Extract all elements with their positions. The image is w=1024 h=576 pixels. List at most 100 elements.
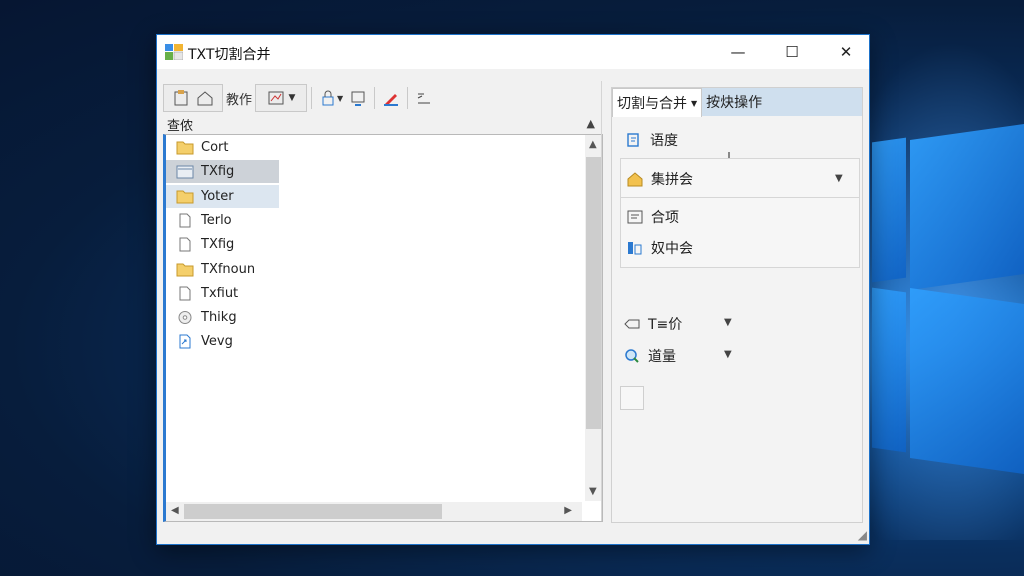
file-list-item[interactable]: Yoter bbox=[166, 184, 279, 208]
horizontal-scroll-thumb[interactable] bbox=[184, 504, 442, 519]
merge-set-dropdown[interactable]: 集拼会 bbox=[627, 169, 693, 189]
path-label: 查侬 bbox=[167, 119, 194, 134]
search-dropdown[interactable]: 道量 bbox=[624, 346, 676, 366]
color-swatch[interactable] bbox=[620, 386, 644, 410]
merge-item[interactable]: 合项 bbox=[627, 207, 679, 227]
windows-logo-pane-bottom-right bbox=[910, 287, 1024, 475]
file-name: TXfnoun bbox=[201, 261, 256, 277]
file-icon bbox=[176, 213, 194, 228]
file-list-item[interactable]: TXfig bbox=[166, 160, 279, 184]
format-button[interactable] bbox=[412, 85, 436, 111]
collapse-up-icon[interactable]: ▲ bbox=[587, 117, 595, 130]
search-icon bbox=[625, 349, 639, 363]
file-icon bbox=[176, 237, 194, 252]
chevron-down-icon[interactable]: ▼ bbox=[835, 173, 843, 184]
clipboard-icon bbox=[174, 90, 188, 106]
chevron-down-icon: ▼ bbox=[288, 93, 296, 103]
edit-document-icon bbox=[627, 133, 639, 147]
minimize-button[interactable]: — bbox=[715, 35, 761, 69]
shortcut-file-icon bbox=[176, 334, 194, 349]
file-list-item[interactable]: TXfig bbox=[166, 233, 234, 256]
home-icon bbox=[197, 91, 213, 106]
file-list-item[interactable]: TXfnoun bbox=[166, 258, 255, 281]
folder-open-icon bbox=[176, 164, 194, 179]
chart-icon bbox=[268, 91, 284, 105]
list-icon bbox=[627, 210, 643, 224]
file-name: Txfiut bbox=[201, 285, 239, 301]
vertical-scrollbar[interactable]: ▲ ▼ bbox=[585, 135, 602, 501]
windows-logo-pane-bottom bbox=[872, 287, 906, 453]
export-icon bbox=[351, 91, 365, 106]
toolbar: 教作 ▼ ▼ bbox=[163, 81, 601, 115]
file-list[interactable]: Cort TXfig Yoter Terlo TXfig TXfnoun Txfiut Thi… bbox=[163, 134, 603, 522]
tab-strip: 切割与合并 ▼ 按炔操作 bbox=[612, 88, 862, 117]
file-list-item[interactable]: Vevg bbox=[166, 330, 233, 353]
row-label: 道量 bbox=[648, 349, 676, 365]
app-icon bbox=[165, 44, 183, 60]
t-option-dropdown[interactable]: T≡价 bbox=[624, 314, 682, 334]
chevron-down-icon: ▼ bbox=[337, 93, 344, 103]
file-name: Vevg bbox=[201, 334, 233, 350]
close-icon: ✕ bbox=[839, 43, 853, 61]
toolbar-separator bbox=[374, 87, 376, 109]
toolbar-label: 教作 bbox=[226, 92, 253, 108]
operations-panel: 切割与合并 ▼ 按炔操作 语度 集拼会 ▼ 合项 奴中会 T≡价 ▼ 道量 ▼ bbox=[611, 87, 863, 523]
disc-icon bbox=[176, 310, 194, 325]
file-browser-panel: 教作 ▼ ▼ 查侬 ▲ Cort TXfig Yoter Terlo TXfig… bbox=[163, 81, 603, 522]
merge-icon bbox=[628, 242, 642, 255]
windows-logo-pane-top-right bbox=[910, 123, 1024, 291]
tab-batch-operations[interactable]: 按炔操作 bbox=[702, 88, 862, 116]
file-name: TXfig bbox=[201, 164, 235, 180]
horizontal-scrollbar[interactable]: ◀ ▶ bbox=[166, 502, 582, 521]
minimize-icon: — bbox=[730, 43, 746, 61]
chevron-down-icon[interactable]: ▼ bbox=[724, 317, 732, 328]
folder-icon bbox=[176, 262, 194, 277]
file-list-item[interactable]: Thikg bbox=[166, 306, 237, 329]
paste-button[interactable] bbox=[163, 84, 223, 112]
app-window: TXT切割合并 — ☐ ✕ 教作 ▼ ▼ 查侬 ▲ Cort TXfig Yot… bbox=[156, 34, 870, 545]
file-name: Yoter bbox=[201, 188, 234, 204]
progress-item[interactable]: 语度 bbox=[626, 130, 678, 150]
row-label: 合项 bbox=[651, 210, 679, 226]
row-label: T≡价 bbox=[648, 317, 683, 333]
file-name: Terlo bbox=[201, 212, 232, 228]
scroll-down-icon[interactable]: ▼ bbox=[589, 486, 597, 497]
row-label: 语度 bbox=[650, 133, 678, 149]
merge-center-item[interactable]: 奴中会 bbox=[627, 238, 693, 258]
scroll-left-icon[interactable]: ◀ bbox=[171, 505, 179, 516]
edit-menu-button[interactable]: 教作 bbox=[223, 85, 255, 111]
toolbar-separator bbox=[311, 87, 313, 109]
lock-dropdown[interactable]: ▼ bbox=[316, 85, 346, 111]
tab-split-merge[interactable]: 切割与合并 ▼ bbox=[612, 88, 703, 117]
windows-logo-pane-top bbox=[872, 137, 906, 283]
toolbar-separator bbox=[407, 87, 409, 109]
file-name: TXfig bbox=[201, 237, 235, 253]
view-dropdown[interactable]: ▼ bbox=[255, 84, 308, 112]
vertical-scroll-thumb[interactable] bbox=[586, 157, 601, 429]
lock-icon bbox=[322, 90, 334, 106]
file-icon bbox=[176, 286, 194, 301]
file-list-item[interactable]: Cort bbox=[166, 136, 228, 159]
scroll-up-icon[interactable]: ▲ bbox=[589, 139, 597, 150]
pane-divider[interactable] bbox=[601, 81, 602, 521]
file-list-item[interactable]: Terlo bbox=[166, 209, 232, 232]
folder-icon bbox=[176, 189, 194, 204]
indent-icon bbox=[417, 93, 431, 104]
maximize-button[interactable]: ☐ bbox=[769, 35, 815, 69]
file-list-item[interactable]: Txfiut bbox=[166, 282, 238, 305]
tag-icon bbox=[624, 319, 640, 329]
maximize-icon: ☐ bbox=[785, 43, 799, 61]
scroll-right-icon[interactable]: ▶ bbox=[564, 505, 572, 516]
close-button[interactable]: ✕ bbox=[823, 35, 869, 69]
file-name: Thikg bbox=[201, 310, 237, 326]
home-icon bbox=[627, 172, 643, 187]
export-button[interactable] bbox=[346, 85, 370, 111]
title-bar[interactable]: TXT切割合并 — ☐ ✕ bbox=[157, 35, 869, 69]
highlight-button[interactable] bbox=[379, 85, 403, 111]
chevron-down-icon[interactable]: ▼ bbox=[724, 349, 732, 360]
resize-grip-icon[interactable]: ◢ bbox=[858, 528, 867, 542]
folder-icon bbox=[176, 140, 194, 155]
file-name: Cort bbox=[201, 140, 229, 155]
pen-icon bbox=[384, 94, 399, 106]
merge-group: 集拼会 ▼ 合项 奴中会 bbox=[620, 158, 860, 268]
